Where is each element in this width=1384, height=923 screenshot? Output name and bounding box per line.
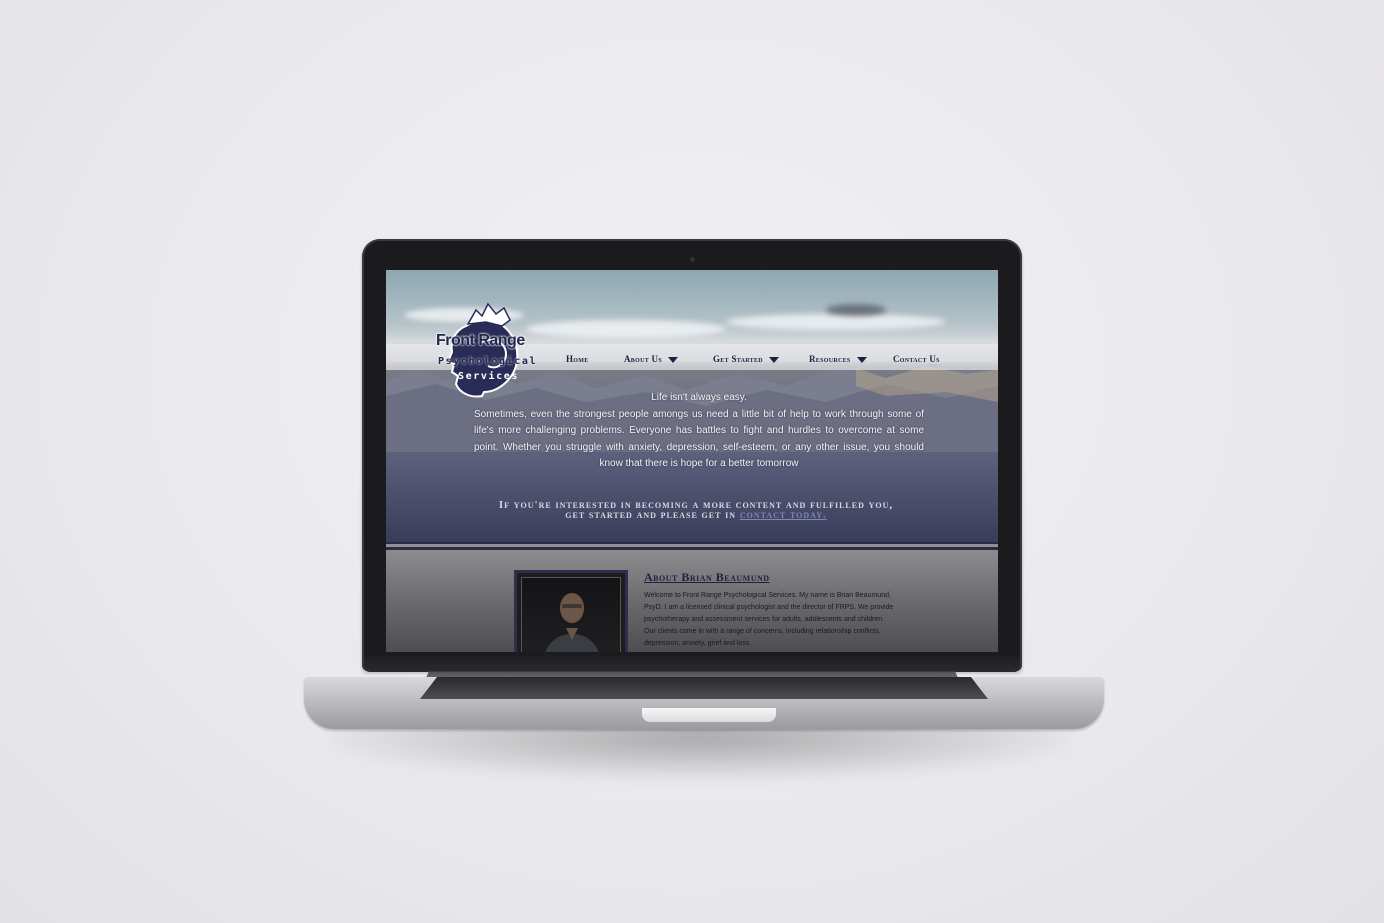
dark-cloud	[826, 304, 886, 316]
laptop-notch	[642, 708, 776, 722]
nav-home-label: Home	[566, 354, 589, 364]
hero-cta: If you're interested in becoming a more …	[446, 500, 946, 521]
logo-line1: Front Range	[436, 332, 525, 349]
camera-icon	[690, 257, 695, 262]
about-text: Welcome to Front Range Psychological Ser…	[644, 592, 894, 647]
laptop-base	[304, 677, 1104, 729]
logo-line3: Services	[458, 371, 519, 382]
hero-intro: Life isn't always easy. Sometimes, even …	[474, 390, 924, 473]
nav-get-started-label: Get Started	[713, 354, 763, 364]
laptop-bezel-bottom	[364, 652, 1020, 672]
nav-resources[interactable]: Resources	[809, 354, 867, 364]
main-nav: Home About Us Get Started Resources Cont…	[386, 354, 998, 368]
chevron-down-icon[interactable]	[856, 356, 867, 363]
chevron-down-icon[interactable]	[668, 356, 678, 363]
cloud	[726, 314, 946, 330]
about-section: About Brian Beaumund Welcome to Front Ra…	[386, 550, 998, 668]
chevron-down-icon[interactable]	[768, 356, 779, 363]
contact-link[interactable]: contact today.	[740, 509, 827, 521]
laptop-screen: Front Range Psychological Services Home …	[386, 270, 998, 668]
laptop-keyboard	[420, 677, 988, 699]
about-title: About Brian Beaumund	[644, 570, 770, 584]
nav-get-started[interactable]: Get Started	[713, 354, 779, 364]
cta-line2: get started and please get in contact to…	[446, 509, 946, 521]
hero-headline: Life isn't always easy.	[651, 392, 747, 403]
section-divider	[386, 542, 998, 550]
hero-body: Sometimes, even the strongest people amo…	[474, 408, 924, 470]
nav-about-us[interactable]: About Us	[624, 354, 678, 364]
laptop-shadow	[330, 720, 1070, 780]
cta-line2-prefix: get started and please get in	[565, 509, 740, 521]
nav-contact-us-label: Contact Us	[893, 354, 940, 364]
nav-home[interactable]: Home	[566, 354, 589, 364]
nav-resources-label: Resources	[809, 354, 851, 364]
hero-section: Front Range Psychological Services Home …	[386, 270, 998, 542]
nav-about-us-label: About Us	[624, 354, 662, 364]
nav-contact-us[interactable]: Contact Us	[893, 354, 940, 364]
cloud	[526, 320, 726, 338]
